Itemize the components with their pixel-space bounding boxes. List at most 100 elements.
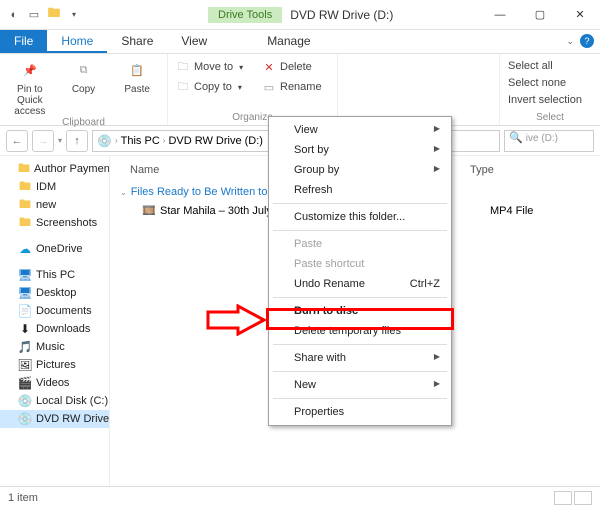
nav-item[interactable]: 🎬 Videos bbox=[0, 374, 109, 392]
qat-folder-icon[interactable]: 🖿 bbox=[46, 7, 62, 23]
tab-share[interactable]: Share bbox=[107, 30, 167, 53]
menu-item[interactable]: Share with▶ bbox=[272, 348, 448, 368]
menu-item[interactable]: Undo RenameCtrl+Z bbox=[272, 274, 448, 294]
menu-item[interactable]: Group by▶ bbox=[272, 160, 448, 180]
nav-item-label: Author Payment bbox=[34, 163, 110, 175]
back-button[interactable]: ← bbox=[6, 130, 28, 152]
copy-icon: ⧉ bbox=[72, 58, 96, 82]
qat-dropdown-icon[interactable]: ▾ bbox=[66, 7, 82, 23]
menu-item[interactable]: Customize this folder... bbox=[272, 207, 448, 227]
quick-access-toolbar: ◐ ▭ 🖿 ▾ bbox=[0, 7, 88, 23]
nav-item-label: Pictures bbox=[36, 359, 76, 371]
explorer-body: 🖿Author Payment🖿IDM🖿new🖿Screenshots☁OneD… bbox=[0, 156, 600, 486]
rename-icon: ▭ bbox=[262, 80, 276, 94]
history-dropdown-icon[interactable]: ▾ bbox=[58, 136, 62, 145]
tab-file[interactable]: File bbox=[0, 30, 47, 53]
navigation-pane[interactable]: 🖿Author Payment🖿IDM🖿new🖿Screenshots☁OneD… bbox=[0, 156, 110, 486]
nav-item[interactable]: 💿 DVD RW Drive (D:) bbox=[0, 410, 109, 428]
crumb-drive[interactable]: DVD RW Drive (D:) bbox=[168, 135, 263, 147]
nav-item-label: Desktop bbox=[36, 287, 76, 299]
annotation-arrow bbox=[206, 304, 266, 336]
pic-icon: 🖼 bbox=[18, 358, 32, 372]
details-view-button[interactable] bbox=[554, 491, 572, 505]
contextual-tab-label: Drive Tools bbox=[208, 7, 282, 23]
file-list-pane[interactable]: Name Type ⌄ Files Ready to Be Written to… bbox=[110, 156, 600, 486]
file-icon: 🎞️ bbox=[142, 204, 156, 217]
nav-item[interactable]: 🖿 Screenshots bbox=[0, 214, 109, 232]
select-all-button[interactable]: Select all bbox=[508, 58, 592, 74]
close-button[interactable]: ✕ bbox=[560, 0, 600, 30]
pin-quick-access-button[interactable]: 📌 Pin to Quick access bbox=[8, 58, 52, 117]
delete-button[interactable]: ✕Delete bbox=[262, 58, 322, 76]
folder-icon: 🖿 bbox=[18, 162, 30, 176]
nav-item[interactable]: 💿 Local Disk (C:) bbox=[0, 392, 109, 410]
menu-item[interactable]: New▶ bbox=[272, 375, 448, 395]
menu-item[interactable]: Sort by▶ bbox=[272, 140, 448, 160]
qat-properties-icon[interactable]: ▭ bbox=[26, 7, 42, 23]
nav-item[interactable]: 🖼 Pictures bbox=[0, 356, 109, 374]
folder-icon: 🖿 bbox=[18, 198, 32, 212]
column-type[interactable]: Type bbox=[470, 164, 590, 176]
ribbon-group-select: Select all Select none Invert selection … bbox=[500, 54, 600, 125]
pc-icon: 🖥 bbox=[18, 286, 32, 300]
nav-item[interactable]: 🖥 Desktop bbox=[0, 284, 109, 302]
doc-icon: 📄 bbox=[18, 304, 32, 318]
drive-icon: 💿 bbox=[97, 134, 112, 148]
context-menu: View▶Sort by▶Group by▶Refresh Customize t… bbox=[268, 116, 452, 426]
help-icon[interactable]: ? bbox=[580, 34, 594, 48]
rename-button[interactable]: ▭Rename bbox=[262, 78, 322, 96]
select-none-button[interactable]: Select none bbox=[508, 75, 592, 91]
window-controls: — ▢ ✕ bbox=[480, 0, 600, 30]
drive-icon: 💿 bbox=[18, 394, 32, 408]
folder-icon: 🖿 bbox=[18, 180, 32, 194]
minimize-button[interactable]: — bbox=[480, 0, 520, 30]
nav-item[interactable]: ⬇Downloads bbox=[0, 320, 109, 338]
nav-item-label: IDM bbox=[36, 181, 56, 193]
nav-item-label: This PC bbox=[36, 269, 75, 281]
menu-item[interactable]: View▶ bbox=[272, 120, 448, 140]
maximize-button[interactable]: ▢ bbox=[520, 0, 560, 30]
nav-item[interactable]: 🖥This PC bbox=[0, 266, 109, 284]
nav-item[interactable]: 📄Documents bbox=[0, 302, 109, 320]
folder-icon: 🖿 bbox=[18, 216, 32, 230]
crumb-this-pc[interactable]: This PC bbox=[121, 135, 160, 147]
tab-manage[interactable]: Manage bbox=[253, 30, 324, 53]
nav-item-label: Videos bbox=[36, 377, 69, 389]
menu-item[interactable]: Burn to disc bbox=[272, 301, 448, 321]
menu-item: Paste shortcut bbox=[272, 254, 448, 274]
chevron-down-icon: ⌄ bbox=[120, 188, 127, 197]
tab-view[interactable]: View bbox=[167, 30, 221, 53]
music-icon: 🎵 bbox=[18, 340, 32, 354]
nav-item[interactable]: 🎵Music bbox=[0, 338, 109, 356]
paste-icon: 📋 bbox=[125, 58, 149, 82]
video-icon: 🎬 bbox=[18, 376, 32, 390]
nav-item-label: DVD RW Drive (D:) bbox=[36, 413, 110, 425]
view-switcher[interactable] bbox=[554, 491, 592, 505]
drive-icon: 💿 bbox=[18, 412, 32, 426]
menu-item[interactable]: Refresh bbox=[272, 180, 448, 200]
chevron-right-icon: ▶ bbox=[434, 352, 440, 361]
nav-item[interactable]: 🖿 IDM bbox=[0, 178, 109, 196]
nav-item-label: Screenshots bbox=[36, 217, 97, 229]
ribbon-tabs: File Home Share View Manage ⌄ ? bbox=[0, 30, 600, 54]
ribbon-collapse-icon[interactable]: ⌄ bbox=[566, 36, 574, 47]
up-button[interactable]: ↑ bbox=[66, 130, 88, 152]
menu-item[interactable]: Properties bbox=[272, 402, 448, 422]
tab-home[interactable]: Home bbox=[47, 30, 107, 53]
forward-button[interactable]: → bbox=[32, 130, 54, 152]
icons-view-button[interactable] bbox=[574, 491, 592, 505]
nav-item-label: Local Disk (C:) bbox=[36, 395, 108, 407]
group-label: Select bbox=[508, 112, 592, 123]
menu-item: Paste bbox=[272, 234, 448, 254]
nav-item[interactable]: 🖿 Author Payment bbox=[0, 160, 109, 178]
menu-item[interactable]: Delete temporary files bbox=[272, 321, 448, 341]
paste-button[interactable]: 📋 Paste bbox=[115, 58, 159, 95]
nav-item[interactable]: 🖿new bbox=[0, 196, 109, 214]
search-input[interactable]: 🔍 ive (D:) bbox=[504, 130, 594, 152]
pin-icon: 📌 bbox=[18, 58, 42, 82]
chevron-right-icon: ▶ bbox=[434, 164, 440, 173]
ribbon-group-clipboard: 📌 Pin to Quick access ⧉ Copy 📋 Paste Cli… bbox=[0, 54, 168, 125]
nav-item[interactable]: ☁OneDrive bbox=[0, 240, 109, 258]
invert-selection-button[interactable]: Invert selection bbox=[508, 92, 592, 108]
copy-button[interactable]: ⧉ Copy bbox=[62, 58, 106, 95]
